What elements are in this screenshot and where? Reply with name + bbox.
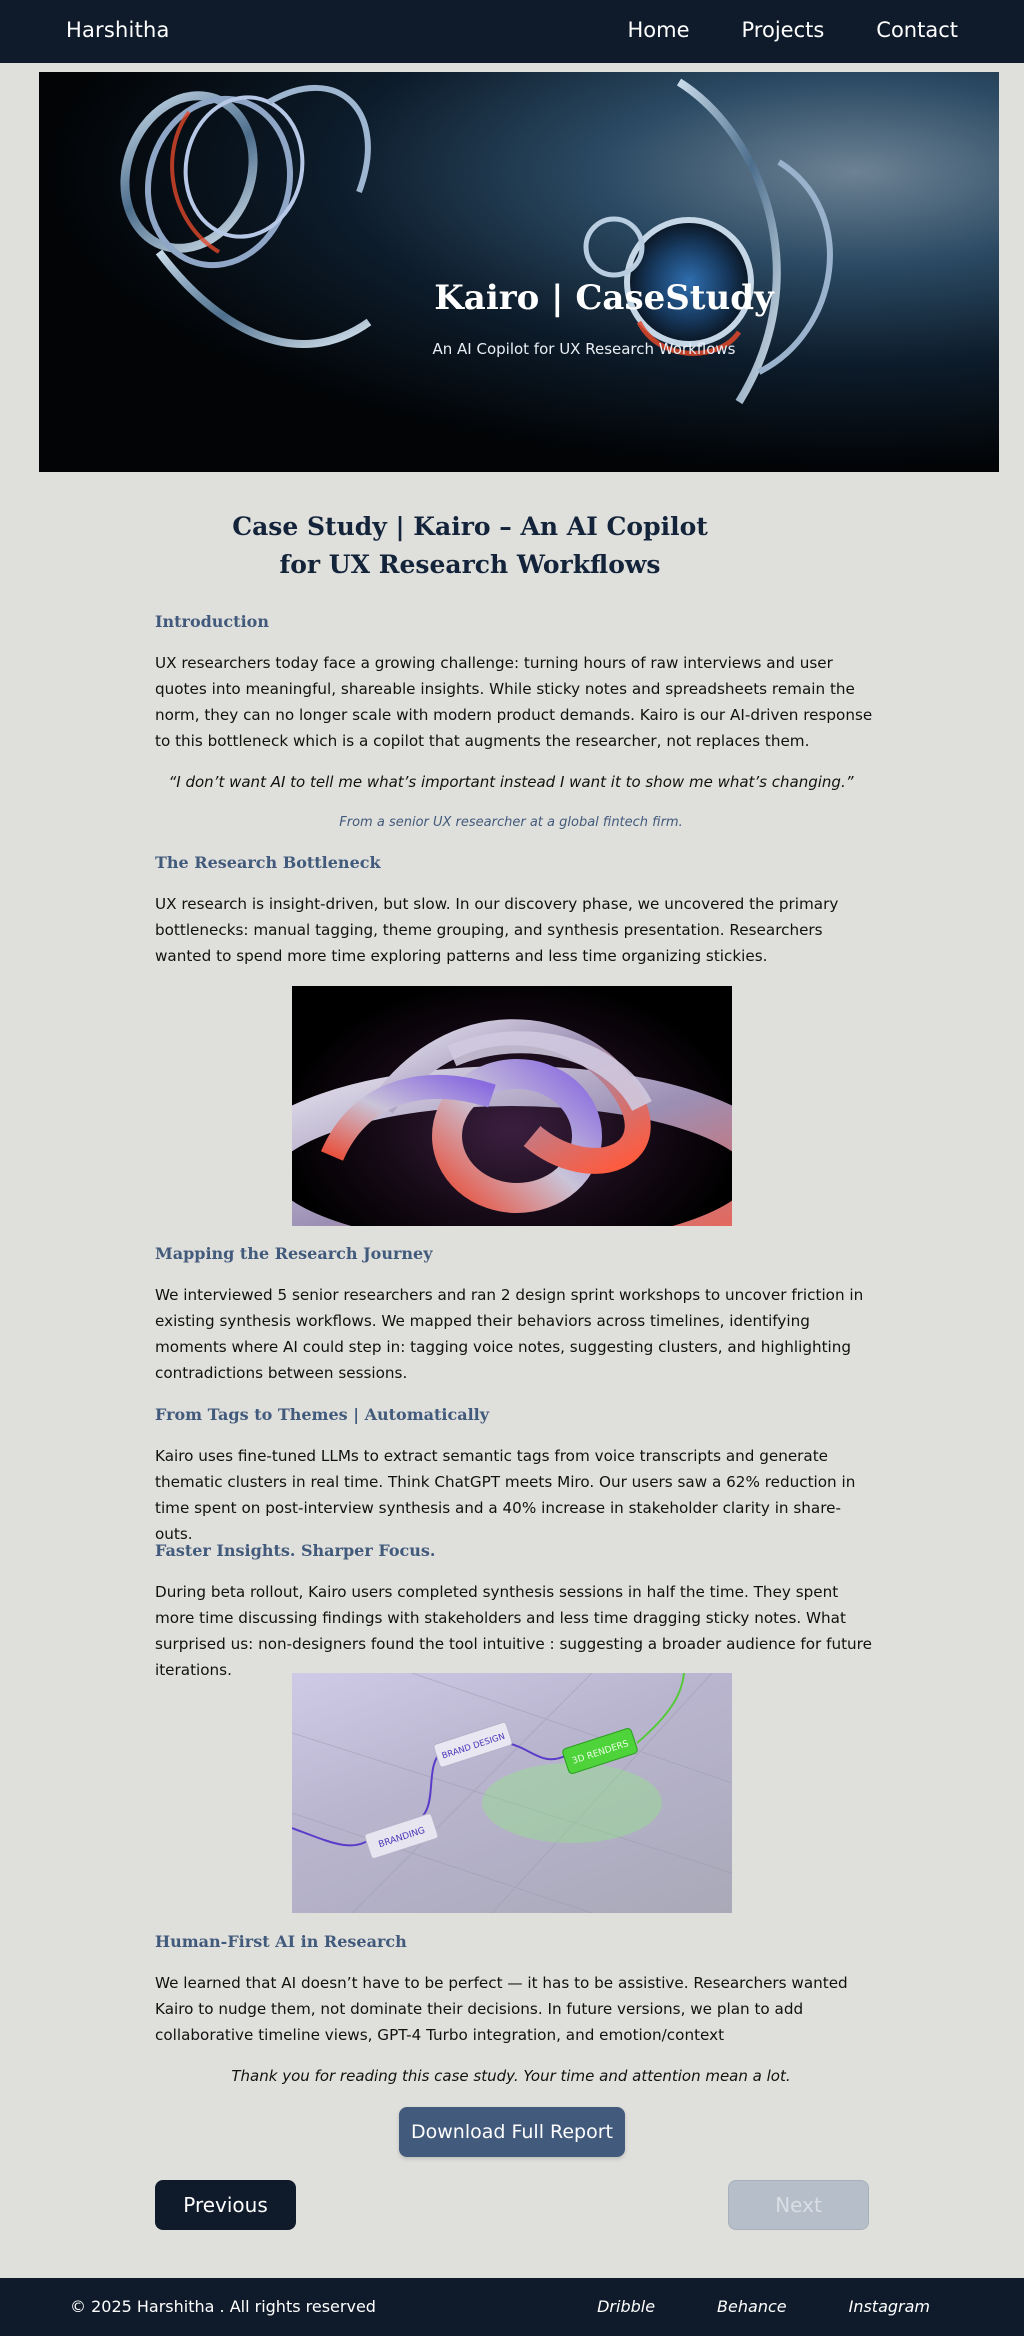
quote-source: From a senior UX researcher at a global … — [339, 815, 683, 830]
page-title: Case Study | Kairo – An AI Copilot for U… — [232, 512, 708, 579]
nav-link-home[interactable]: Home — [627, 18, 689, 42]
download-report-button[interactable]: Download Full Report — [399, 2107, 625, 2157]
nav-link-contact[interactable]: Contact — [876, 18, 958, 42]
copyright-text: © 2025 Harshitha . All rights reserved — [70, 2297, 376, 2316]
nav-links: Home Projects Contact — [627, 18, 958, 42]
section-body-insights: During beta rollout, Kairo users complet… — [155, 1583, 872, 1679]
social-links: Dribble Behance Instagram — [597, 2297, 930, 2316]
section-body-bottleneck: UX research is insight-driven, but slow.… — [155, 895, 839, 965]
workflow-blocks-image: BRANDING BRAND DESIGN 3D RENDERS — [292, 1673, 732, 1913]
section-body-introduction: UX researchers today face a growing chal… — [155, 654, 873, 750]
section-body-tags: Kairo uses fine-tuned LLMs to extract se… — [155, 1447, 856, 1543]
section-heading-tags: From Tags to Themes | Automatically — [155, 1405, 490, 1424]
section-body-journey: We interviewed 5 senior researchers and … — [155, 1286, 864, 1382]
previous-button[interactable]: Previous — [155, 2180, 296, 2230]
hero-subtitle: An AI Copilot for UX Research Workflows — [432, 340, 736, 358]
next-button[interactable]: Next — [728, 2180, 869, 2230]
thank-you-note: Thank you for reading this case study. Y… — [231, 2067, 791, 2085]
section-body-human-first: We learned that AI doesn’t have to be pe… — [155, 1974, 848, 2044]
social-link-behance[interactable]: Behance — [717, 2297, 787, 2316]
brand-name[interactable]: Harshitha — [66, 18, 170, 42]
section-heading-human-first: Human-First AI in Research — [155, 1932, 407, 1951]
nav-link-projects[interactable]: Projects — [742, 18, 825, 42]
section-heading-bottleneck: The Research Bottleneck — [155, 853, 381, 872]
section-heading-journey: Mapping the Research Journey — [155, 1244, 433, 1263]
top-nav: Harshitha Home Projects Contact — [0, 0, 1024, 63]
researcher-quote: “I don’t want AI to tell me what’s impor… — [168, 773, 854, 791]
section-heading-introduction: Introduction — [155, 612, 269, 631]
hero-glass-rings-image — [120, 78, 833, 405]
footer: © 2025 Harshitha . All rights reserved D… — [0, 2278, 1024, 2336]
social-link-dribbble[interactable]: Dribble — [597, 2297, 655, 2316]
social-link-instagram[interactable]: Instagram — [849, 2297, 930, 2316]
section-heading-insights: Faster Insights. Sharper Focus. — [155, 1541, 436, 1560]
hero-title: Kairo | CaseStudy — [434, 278, 774, 318]
hero-banner: Kairo | CaseStudy An AI Copilot for UX R… — [39, 72, 999, 472]
abstract-knot-image — [292, 986, 732, 1226]
